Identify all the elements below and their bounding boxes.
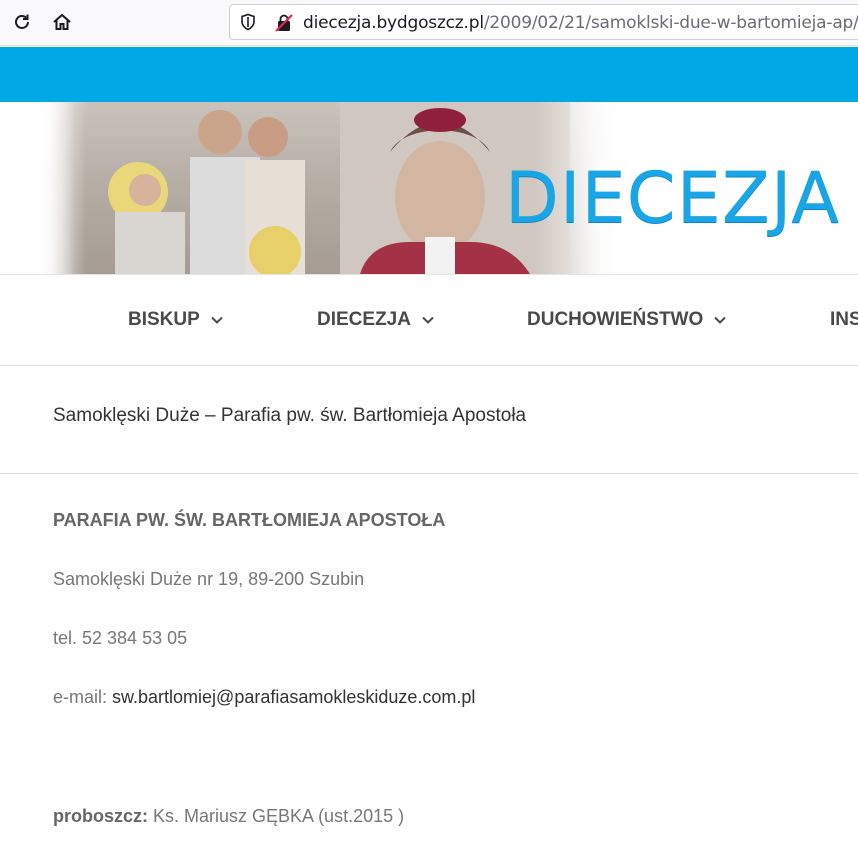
main-nav: BISKUP DIECEZJA DUCHOWIEŃSTWO INS [0,274,858,366]
chevron-down-icon [422,316,434,324]
nav-item-ins[interactable]: INS [830,309,858,331]
insecure-lock-icon[interactable] [274,13,294,33]
url-host: diecezja.bydgoszcz.pl [303,13,484,33]
nav-item-diecezja[interactable]: DIECEZJA [317,309,434,331]
chevron-down-icon [714,316,726,324]
nav-item-label: DIECEZJA [317,309,411,330]
site-brand[interactable]: DIECEZJA B [505,158,858,238]
pastor-label: proboszcz: [53,806,149,826]
url-path: /2009/02/21/samoklski-due-w-bartomieja-a… [483,13,858,33]
parish-heading: PARAFIA PW. ŚW. BARTŁOMIEJA APOSTOŁA [53,510,446,530]
reload-icon[interactable] [7,7,37,37]
parish-pastor: proboszcz: Ks. Mariusz GĘBKA (ust.2015 ) [53,806,404,827]
parish-address: Samoklęski Duże nr 19, 89-200 Szubin [53,569,365,589]
site-header: DIECEZJA B [0,102,858,274]
email-label: e-mail: [53,687,113,707]
nav-item-label: DUCHOWIEŃSTWO [527,309,704,330]
address-bar[interactable]: diecezja.bydgoszcz.pl/2009/02/21/samokls… [229,4,858,40]
page-title: Samoklęski Duże – Parafia pw. św. Bartło… [53,405,527,426]
shield-icon[interactable] [239,13,257,31]
email-link[interactable]: sw.bartlomiej@parafiasamokleskiduze.com.… [112,687,475,707]
browser-toolbar: diecezja.bydgoszcz.pl/2009/02/21/samokls… [0,0,858,46]
nav-item-duchowienstwo[interactable]: DUCHOWIEŃSTWO [527,309,726,331]
parish-phone: tel. 52 384 53 05 [53,628,188,648]
url-text: diecezja.bydgoszcz.pl/2009/02/21/samokls… [303,13,858,33]
nav-item-biskup[interactable]: BISKUP [128,309,223,331]
top-bar [0,47,858,102]
pastor-name: Ks. Mariusz GĘBKA (ust.2015 ) [148,806,405,826]
nav-item-label: BISKUP [128,309,200,330]
nav-item-label: INS [830,309,858,330]
chevron-down-icon [211,316,223,324]
title-divider [0,473,858,474]
home-icon[interactable] [47,7,77,37]
parish-email: e-mail: sw.bartlomiej@parafiasamokleskid… [53,687,475,708]
